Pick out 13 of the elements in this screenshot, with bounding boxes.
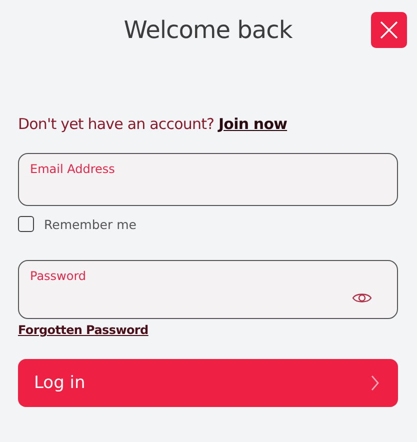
login-button[interactable]: Log in	[18, 359, 398, 407]
dialog-title: Welcome back	[124, 16, 292, 44]
email-field[interactable]: Email Address	[18, 153, 398, 206]
remember-checkbox[interactable]	[18, 216, 34, 232]
close-icon	[379, 20, 399, 40]
password-field[interactable]: Password	[18, 260, 398, 319]
join-link[interactable]: Join now	[218, 115, 288, 133]
forgot-password-link[interactable]: Forgotten Password	[18, 323, 148, 337]
eye-icon[interactable]	[352, 291, 372, 305]
remember-label: Remember me	[44, 216, 136, 232]
signup-prompt: Don't yet have an account? Join now	[18, 115, 288, 133]
chevron-right-icon	[370, 375, 380, 391]
close-button[interactable]	[371, 12, 407, 48]
